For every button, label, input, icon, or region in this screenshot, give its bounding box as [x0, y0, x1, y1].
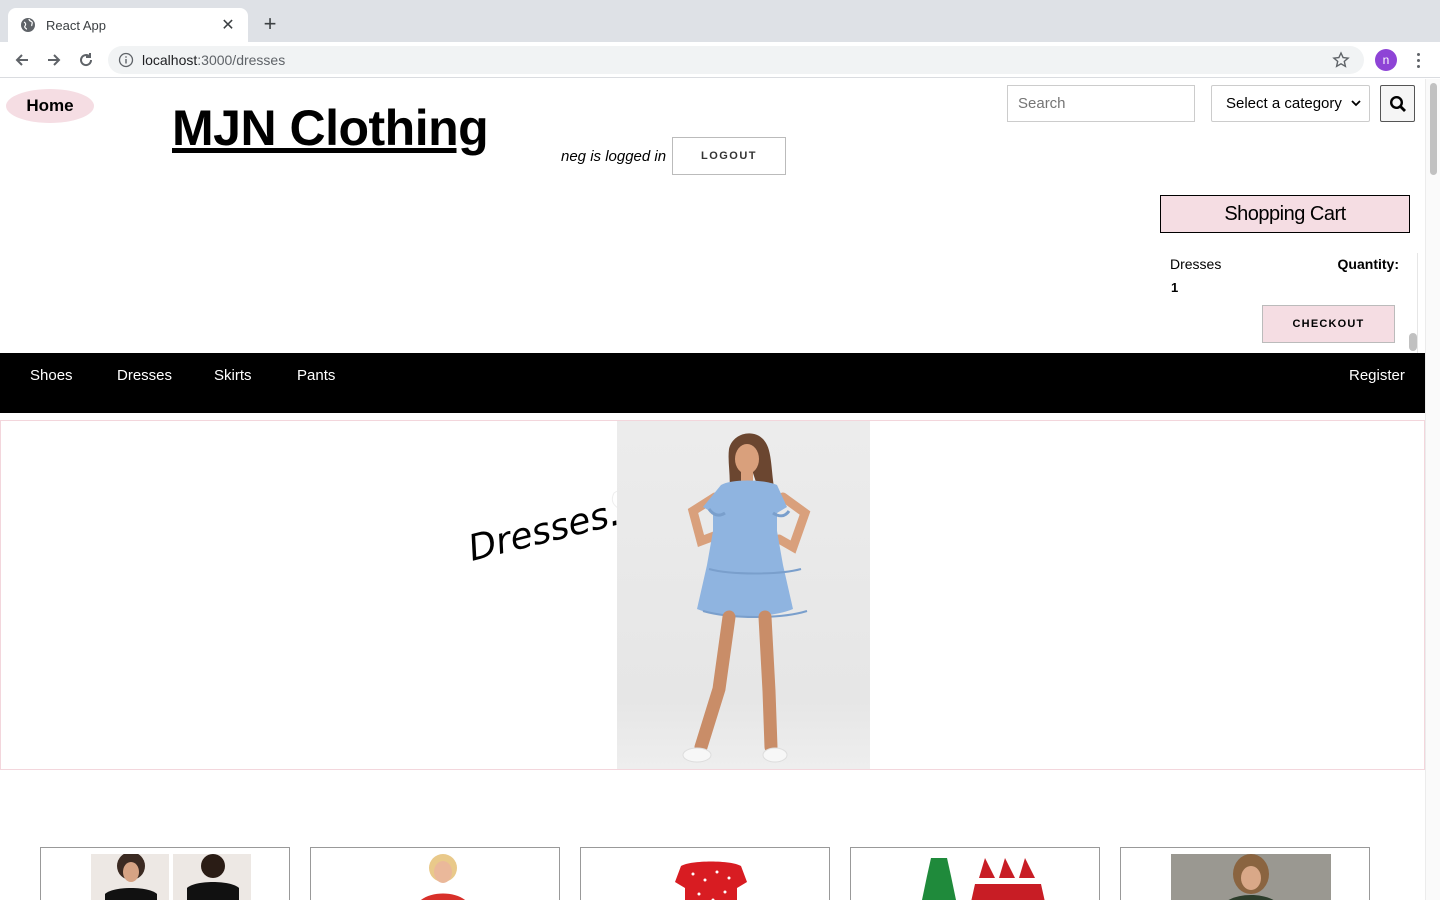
- product-card[interactable]: [850, 847, 1100, 900]
- nav-link-dresses[interactable]: Dresses: [117, 367, 172, 384]
- site-title[interactable]: MJN Clothing: [172, 99, 489, 157]
- shopping-cart-title: Shopping Cart: [1160, 195, 1410, 233]
- cart-items: Dresses Quantity: 1 CHECKOUT: [1160, 253, 1418, 353]
- globe-icon: [21, 18, 35, 32]
- forward-arrow-icon[interactable]: [42, 48, 66, 72]
- product-card[interactable]: [40, 847, 290, 900]
- product-image: [922, 858, 1045, 900]
- url-path: :3000/dresses: [197, 52, 286, 68]
- url-host: localhost: [142, 52, 198, 68]
- nav-link-skirts[interactable]: Skirts: [214, 367, 252, 384]
- page-viewport: Home MJN Clothing neg is logged in LOGOU…: [0, 79, 1440, 900]
- address-bar[interactable]: localhost:3000/dresses: [108, 46, 1364, 74]
- search-input[interactable]: [1007, 85, 1195, 122]
- logged-in-status: neg is logged in: [561, 148, 667, 165]
- checkout-button[interactable]: CHECKOUT: [1262, 305, 1395, 343]
- category-navbar: Shoes Dresses Skirts Pants Register: [0, 353, 1425, 413]
- product-image: [420, 854, 466, 900]
- browser-menu-icon[interactable]: [1410, 48, 1426, 72]
- nav-link-shoes[interactable]: Shoes: [30, 367, 73, 384]
- browser-tabstrip: React App ✕ +: [0, 0, 1440, 42]
- category-select[interactable]: Select a category: [1211, 85, 1370, 122]
- browser-tab[interactable]: React App ✕: [8, 8, 248, 42]
- profile-avatar[interactable]: n: [1375, 49, 1397, 71]
- bookmark-star-icon[interactable]: [1332, 51, 1350, 69]
- page-scrollbar-thumb[interactable]: [1430, 83, 1437, 175]
- tab-title: React App: [46, 17, 106, 33]
- page-scrollbar[interactable]: [1425, 79, 1440, 900]
- product-image: [675, 861, 747, 900]
- new-tab-icon[interactable]: +: [258, 12, 282, 36]
- product-card[interactable]: [310, 847, 560, 900]
- cart-item-name: Dresses: [1170, 256, 1222, 272]
- reload-icon[interactable]: [74, 48, 98, 72]
- banner-dress-photo: [617, 421, 870, 769]
- svg-text:Dresses..: Dresses..: [466, 490, 635, 570]
- nav-link-pants[interactable]: Pants: [297, 367, 335, 384]
- cart-quantity-label: Quantity:: [1337, 256, 1399, 272]
- cart-quantity-value: 1: [1171, 280, 1179, 295]
- nav-link-register[interactable]: Register: [1349, 367, 1405, 384]
- product-image: [91, 854, 251, 900]
- product-card[interactable]: [1120, 847, 1370, 900]
- close-tab-icon[interactable]: ✕: [218, 15, 238, 35]
- back-arrow-icon[interactable]: [10, 48, 34, 72]
- logout-button[interactable]: LOGOUT: [672, 137, 786, 175]
- category-select-value: Select a category: [1226, 95, 1342, 112]
- chevron-down-icon: [1351, 100, 1361, 107]
- search-icon: [1389, 95, 1406, 112]
- home-button[interactable]: Home: [6, 89, 94, 123]
- browser-toolbar: localhost:3000/dresses n: [0, 42, 1440, 78]
- search-button[interactable]: [1380, 85, 1415, 122]
- info-icon[interactable]: [118, 52, 134, 68]
- category-banner: Dresses..: [0, 420, 1425, 770]
- product-card[interactable]: [580, 847, 830, 900]
- cart-scrollbar[interactable]: [1409, 333, 1417, 351]
- product-image: [1171, 854, 1331, 900]
